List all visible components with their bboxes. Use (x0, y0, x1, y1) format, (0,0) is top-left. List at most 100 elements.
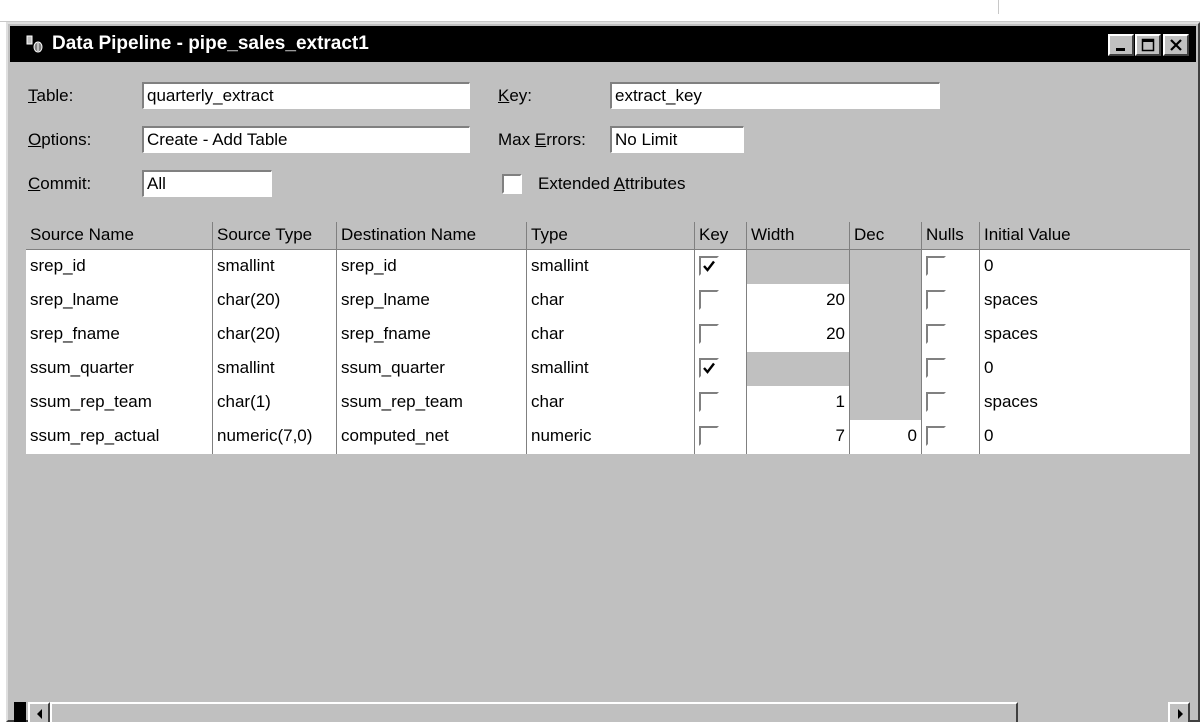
cell-dec[interactable] (850, 352, 922, 386)
cell-nulls[interactable] (922, 386, 980, 420)
header-source-name[interactable]: Source Name (26, 222, 213, 250)
cell-source-type: numeric(7,0) (213, 420, 337, 454)
cell-width-text: 20 (826, 290, 845, 309)
pipeline-app-icon (26, 35, 43, 53)
table-field[interactable]: quarterly_extract (142, 82, 470, 109)
cell-destination-name[interactable]: srep_lname (337, 284, 527, 318)
cell-nulls[interactable] (922, 420, 980, 454)
cell-destination-name-text: computed_net (341, 426, 449, 445)
commit-field[interactable]: All (142, 170, 272, 197)
cell-width[interactable]: 20 (747, 318, 850, 352)
table-row[interactable]: srep_id smallint srep_id smallint 0 (26, 250, 1190, 284)
scroll-thumb[interactable] (50, 702, 1018, 722)
options-field[interactable]: Create - Add Table (142, 126, 470, 153)
header-destination-name[interactable]: Destination Name (337, 222, 527, 250)
close-button[interactable] (1163, 34, 1189, 56)
nulls-checkbox[interactable] (926, 392, 946, 412)
scroll-right-button[interactable] (1168, 702, 1190, 722)
nulls-checkbox[interactable] (926, 256, 946, 276)
cell-initial-value[interactable]: 0 (980, 250, 1190, 284)
nulls-checkbox[interactable] (926, 324, 946, 344)
cell-type[interactable]: char (527, 386, 695, 420)
key-checkbox[interactable] (699, 290, 719, 310)
key-checkbox[interactable] (699, 324, 719, 344)
cell-width[interactable] (747, 250, 850, 284)
scroll-left-button[interactable] (28, 702, 50, 722)
cell-nulls[interactable] (922, 250, 980, 284)
cell-destination-name[interactable]: ssum_quarter (337, 352, 527, 386)
nulls-checkbox[interactable] (926, 426, 946, 446)
cell-type-text: char (531, 392, 565, 411)
cell-dec[interactable] (850, 318, 922, 352)
arrow-right-icon (1178, 709, 1183, 719)
minimize-button[interactable] (1108, 34, 1134, 56)
key-checkbox[interactable] (699, 358, 719, 378)
cell-type[interactable]: char (527, 284, 695, 318)
cell-initial-value[interactable]: 0 (980, 420, 1190, 454)
nulls-checkbox[interactable] (926, 290, 946, 310)
cell-dec[interactable] (850, 250, 922, 284)
key-field[interactable]: extract_key (610, 82, 940, 109)
table-row[interactable]: ssum_quarter smallint ssum_quarter smallint… (26, 352, 1190, 386)
cell-destination-name[interactable]: srep_id (337, 250, 527, 284)
cell-key[interactable] (695, 250, 747, 284)
cell-initial-value[interactable]: spaces (980, 386, 1190, 420)
cell-nulls[interactable] (922, 284, 980, 318)
cell-initial-value[interactable]: 0 (980, 352, 1190, 386)
key-checkbox[interactable] (699, 426, 719, 446)
cell-destination-name[interactable]: computed_net (337, 420, 527, 454)
cell-initial-value-text: 0 (984, 256, 994, 275)
grid-header: Source Name Source Type Destination Name… (26, 222, 1190, 250)
cell-dec[interactable] (850, 284, 922, 318)
cell-width-text: 20 (826, 324, 845, 343)
header-dec[interactable]: Dec (850, 222, 922, 250)
cell-width[interactable]: 7 (747, 420, 850, 454)
cell-type-text: char (531, 324, 565, 343)
cell-key[interactable] (695, 352, 747, 386)
key-checkbox[interactable] (699, 392, 719, 412)
cell-key[interactable] (695, 420, 747, 454)
cell-width[interactable] (747, 352, 850, 386)
table-row[interactable]: srep_fname char(20) srep_fname char 20 spaces (26, 318, 1190, 352)
maximize-button[interactable] (1135, 34, 1161, 56)
key-checkbox[interactable] (699, 256, 719, 276)
cell-key[interactable] (695, 386, 747, 420)
cell-dec[interactable] (850, 386, 922, 420)
table-row[interactable]: srep_lname char(20) srep_lname char 20 spaces (26, 284, 1190, 318)
cell-key[interactable] (695, 318, 747, 352)
cell-width[interactable]: 20 (747, 284, 850, 318)
cell-nulls[interactable] (922, 318, 980, 352)
cell-source-name-text: ssum_rep_actual (30, 426, 160, 445)
cell-destination-name[interactable]: ssum_rep_team (337, 386, 527, 420)
cell-key[interactable] (695, 284, 747, 318)
cell-initial-value[interactable]: spaces (980, 318, 1190, 352)
header-nulls[interactable]: Nulls (922, 222, 980, 250)
cell-dec[interactable]: 0 (850, 420, 922, 454)
cell-nulls[interactable] (922, 352, 980, 386)
cell-initial-value-text: spaces (984, 290, 1038, 309)
data-pipeline-window: Data Pipeline - pipe_sales_extract1 Tabl… (6, 22, 1200, 722)
extended-attributes-checkbox[interactable] (502, 174, 522, 194)
horizontal-scrollbar[interactable] (28, 702, 1190, 722)
cell-type[interactable]: char (527, 318, 695, 352)
cell-destination-name[interactable]: srep_fname (337, 318, 527, 352)
table-row[interactable]: ssum_rep_team char(1) ssum_rep_team char 1 sp… (26, 386, 1190, 420)
cell-type[interactable]: smallint (527, 250, 695, 284)
header-width[interactable]: Width (747, 222, 850, 250)
nulls-checkbox[interactable] (926, 358, 946, 378)
header-initial-value[interactable]: Initial Value (980, 222, 1190, 250)
header-type[interactable]: Type (527, 222, 695, 250)
cell-source-name: srep_id (26, 250, 213, 284)
max-errors-label: Max Errors: (498, 130, 586, 149)
cell-width[interactable]: 1 (747, 386, 850, 420)
cell-source-name: ssum_rep_team (26, 386, 213, 420)
cell-type[interactable]: smallint (527, 352, 695, 386)
cell-source-type-text: smallint (217, 358, 275, 377)
max-errors-field[interactable]: No Limit (610, 126, 744, 153)
title-bar[interactable]: Data Pipeline - pipe_sales_extract1 (10, 26, 1196, 62)
cell-initial-value[interactable]: spaces (980, 284, 1190, 318)
table-row[interactable]: ssum_rep_actual numeric(7,0) computed_net n… (26, 420, 1190, 454)
header-source-type[interactable]: Source Type (213, 222, 337, 250)
cell-type[interactable]: numeric (527, 420, 695, 454)
header-key[interactable]: Key (695, 222, 747, 250)
